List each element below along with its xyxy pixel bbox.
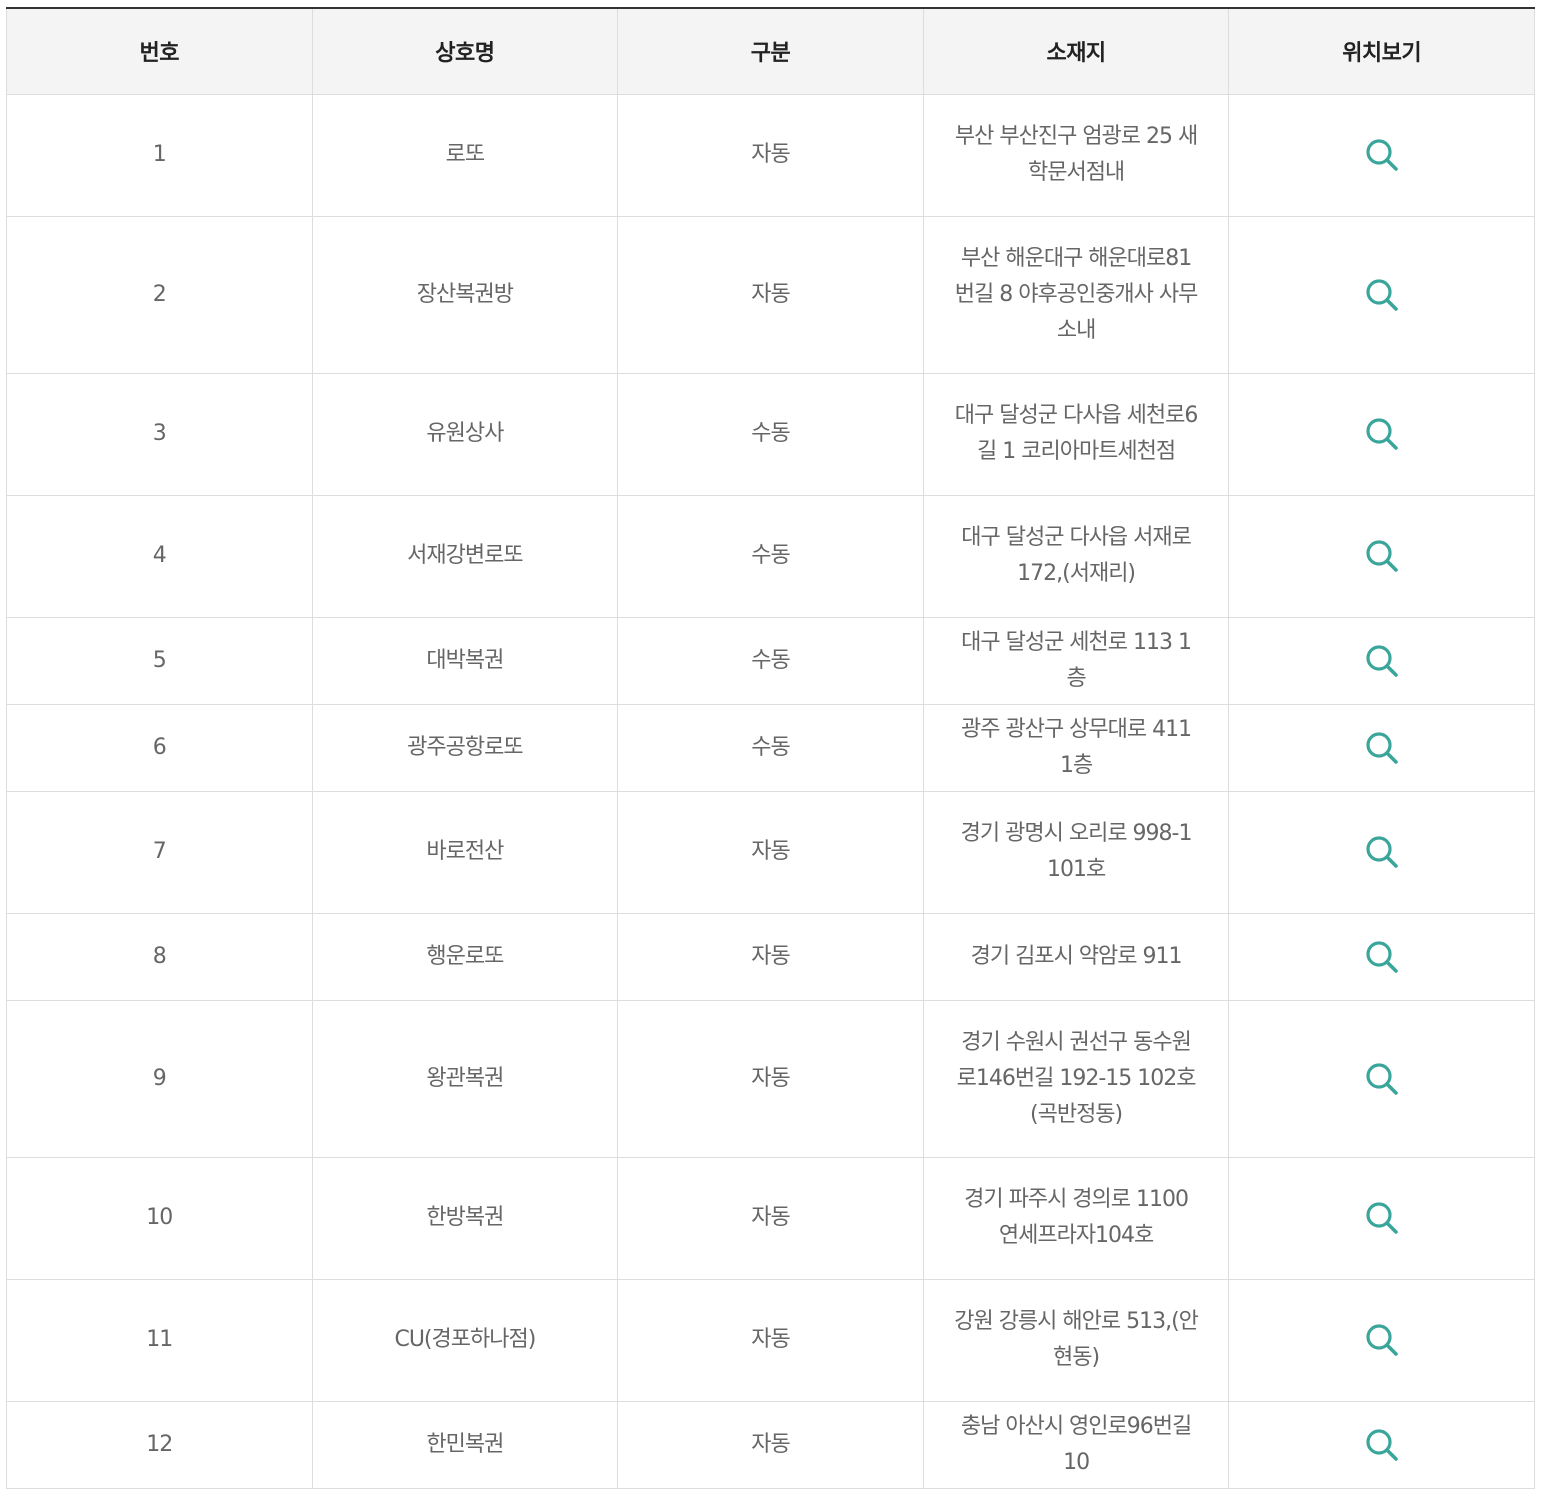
cell-type: 자동: [617, 999, 924, 1158]
magnifier-icon[interactable]: [1362, 728, 1402, 768]
magnifier-icon[interactable]: [1362, 135, 1402, 175]
magnifier-icon[interactable]: [1362, 832, 1402, 872]
cell-type: 자동: [617, 1156, 924, 1280]
cell-name: 로또: [311, 93, 619, 217]
cell-number: 9: [6, 999, 313, 1158]
cell-location: [1228, 616, 1535, 705]
table-row: 7 바로전산 자동 경기 광명시 오리로 998-1 101호: [6, 790, 1535, 914]
cell-number: 12: [6, 1400, 313, 1489]
table-header: 번호 상호명 구분 소재지 위치보기: [6, 7, 1535, 95]
table-body: 1 로또 자동 부산 부산진구 엄광로 25 새학문서점내 2 장산복권방 자동…: [6, 93, 1535, 1489]
header-location: 위치보기: [1228, 7, 1535, 95]
cell-type: 자동: [617, 1400, 924, 1489]
store-table: 번호 상호명 구분 소재지 위치보기 1 로또 자동 부산 부산진구 엄광로 2…: [6, 7, 1535, 1489]
cell-location: [1228, 215, 1535, 374]
cell-number: 5: [6, 616, 313, 705]
cell-location: [1228, 1278, 1535, 1402]
cell-address: 충남 아산시 영인로96번길 10: [922, 1400, 1230, 1489]
magnifier-icon[interactable]: [1362, 641, 1402, 681]
header-name: 상호명: [311, 7, 619, 95]
cell-name: 한방복권: [311, 1156, 619, 1280]
magnifier-icon[interactable]: [1362, 275, 1402, 315]
cell-name: CU(경포하나점): [311, 1278, 619, 1402]
table-row: 12 한민복권 자동 충남 아산시 영인로96번길 10: [6, 1400, 1535, 1489]
cell-type: 자동: [617, 93, 924, 217]
cell-location: [1228, 494, 1535, 618]
cell-number: 8: [6, 912, 313, 1001]
magnifier-icon[interactable]: [1362, 937, 1402, 977]
table-row: 9 왕관복권 자동 경기 수원시 권선구 동수원로146번길 192-15 10…: [6, 999, 1535, 1158]
cell-number: 11: [6, 1278, 313, 1402]
cell-address: 대구 달성군 다사읍 서재로 172,(서재리): [922, 494, 1230, 618]
magnifier-icon[interactable]: [1362, 1320, 1402, 1360]
cell-name: 바로전산: [311, 790, 619, 914]
cell-address: 부산 해운대구 해운대로81번길 8 야후공인중개사 사무소내: [922, 215, 1230, 374]
cell-address: 부산 부산진구 엄광로 25 새학문서점내: [922, 93, 1230, 217]
header-row: 번호 상호명 구분 소재지 위치보기: [6, 7, 1535, 95]
cell-location: [1228, 372, 1535, 496]
cell-number: 3: [6, 372, 313, 496]
cell-number: 7: [6, 790, 313, 914]
cell-address: 대구 달성군 세천로 113 1층: [922, 616, 1230, 705]
cell-name: 유원상사: [311, 372, 619, 496]
cell-type: 수동: [617, 494, 924, 618]
cell-address: 경기 파주시 경의로 1100 연세프라자104호: [922, 1156, 1230, 1280]
cell-number: 6: [6, 703, 313, 792]
cell-address: 경기 광명시 오리로 998-1 101호: [922, 790, 1230, 914]
header-number: 번호: [6, 7, 313, 95]
table-row: 6 광주공항로또 수동 광주 광산구 상무대로 411 1층: [6, 703, 1535, 792]
cell-name: 왕관복권: [311, 999, 619, 1158]
cell-number: 2: [6, 215, 313, 374]
cell-type: 수동: [617, 372, 924, 496]
cell-type: 수동: [617, 703, 924, 792]
magnifier-icon[interactable]: [1362, 1198, 1402, 1238]
cell-location: [1228, 790, 1535, 914]
cell-type: 자동: [617, 1278, 924, 1402]
cell-name: 한민복권: [311, 1400, 619, 1489]
cell-type: 자동: [617, 912, 924, 1001]
cell-name: 대박복권: [311, 616, 619, 705]
cell-number: 10: [6, 1156, 313, 1280]
table-row: 3 유원상사 수동 대구 달성군 다사읍 세천로6길 1 코리아마트세천점: [6, 372, 1535, 496]
cell-name: 행운로또: [311, 912, 619, 1001]
cell-location: [1228, 1400, 1535, 1489]
cell-number: 1: [6, 93, 313, 217]
header-address: 소재지: [922, 7, 1230, 95]
cell-name: 광주공항로또: [311, 703, 619, 792]
magnifier-icon[interactable]: [1362, 414, 1402, 454]
magnifier-icon[interactable]: [1362, 1059, 1402, 1099]
cell-location: [1228, 912, 1535, 1001]
table-row: 2 장산복권방 자동 부산 해운대구 해운대로81번길 8 야후공인중개사 사무…: [6, 215, 1535, 374]
cell-location: [1228, 703, 1535, 792]
cell-address: 광주 광산구 상무대로 411 1층: [922, 703, 1230, 792]
table-row: 11 CU(경포하나점) 자동 강원 강릉시 해안로 513,(안현동): [6, 1278, 1535, 1402]
magnifier-icon[interactable]: [1362, 536, 1402, 576]
cell-name: 장산복권방: [311, 215, 619, 374]
cell-address: 경기 수원시 권선구 동수원로146번길 192-15 102호(곡반정동): [922, 999, 1230, 1158]
header-type: 구분: [617, 7, 924, 95]
cell-number: 4: [6, 494, 313, 618]
cell-address: 대구 달성군 다사읍 세천로6길 1 코리아마트세천점: [922, 372, 1230, 496]
cell-type: 수동: [617, 616, 924, 705]
cell-location: [1228, 1156, 1535, 1280]
table-row: 8 행운로또 자동 경기 김포시 약암로 911: [6, 912, 1535, 1001]
store-table-container: 번호 상호명 구분 소재지 위치보기 1 로또 자동 부산 부산진구 엄광로 2…: [6, 7, 1535, 1489]
cell-type: 자동: [617, 215, 924, 374]
cell-location: [1228, 93, 1535, 217]
cell-type: 자동: [617, 790, 924, 914]
table-row: 5 대박복권 수동 대구 달성군 세천로 113 1층: [6, 616, 1535, 705]
cell-location: [1228, 999, 1535, 1158]
table-row: 10 한방복권 자동 경기 파주시 경의로 1100 연세프라자104호: [6, 1156, 1535, 1280]
table-row: 1 로또 자동 부산 부산진구 엄광로 25 새학문서점내: [6, 93, 1535, 217]
table-row: 4 서재강변로또 수동 대구 달성군 다사읍 서재로 172,(서재리): [6, 494, 1535, 618]
magnifier-icon[interactable]: [1362, 1425, 1402, 1465]
cell-address: 경기 김포시 약암로 911: [922, 912, 1230, 1001]
cell-name: 서재강변로또: [311, 494, 619, 618]
cell-address: 강원 강릉시 해안로 513,(안현동): [922, 1278, 1230, 1402]
